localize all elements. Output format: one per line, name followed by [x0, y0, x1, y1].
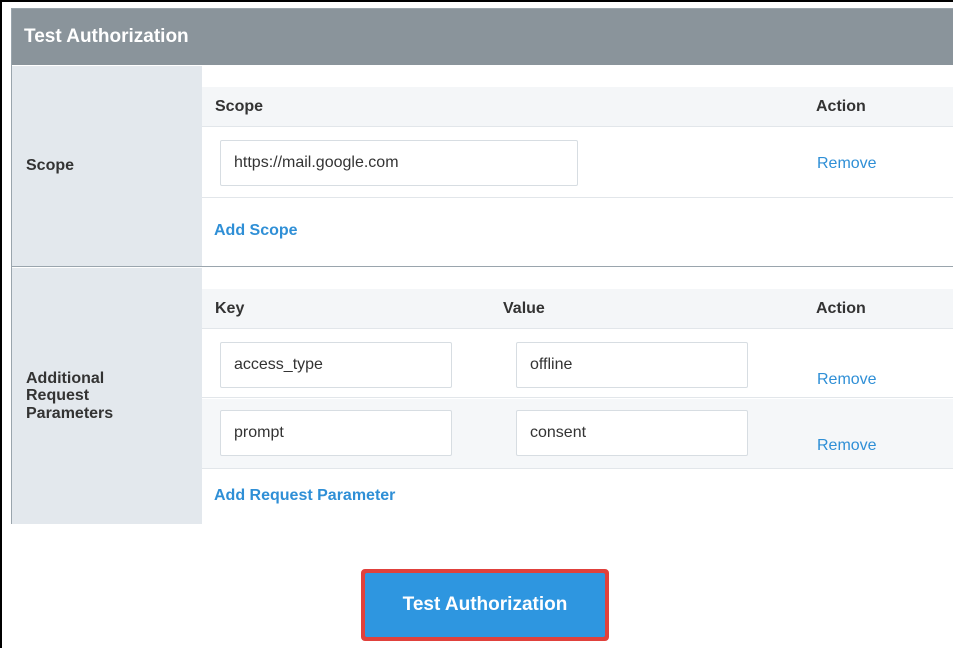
- remove-param-link[interactable]: Remove: [817, 437, 877, 455]
- table-row: Remove: [202, 128, 953, 198]
- params-grid: Key Value Action Remove Remove Add Reque…: [202, 268, 953, 524]
- test-authorization-panel: Test Authorization Scope Scope Action Re…: [11, 8, 953, 524]
- scope-input[interactable]: [220, 140, 578, 186]
- request-parameters-label-text: Additional Request Parameters: [26, 369, 114, 422]
- remove-param-link[interactable]: Remove: [817, 371, 877, 389]
- param-key-input[interactable]: [220, 342, 452, 388]
- panel-title: Test Authorization: [12, 9, 953, 65]
- remove-scope-link[interactable]: Remove: [817, 155, 877, 173]
- scope-grid: Scope Action Remove Add Scope: [202, 66, 953, 266]
- param-key-input[interactable]: [220, 410, 452, 456]
- scope-section-label: Scope: [12, 66, 202, 266]
- value-column-header: Value: [503, 300, 545, 317]
- params-table-header: Key Value Action: [202, 289, 953, 329]
- table-row: Remove: [202, 330, 953, 398]
- request-parameters-section: Additional Request Parameters Key Value …: [12, 268, 953, 524]
- scope-section: Scope Scope Action Remove Add Scope: [12, 66, 953, 267]
- add-scope-link[interactable]: Add Scope: [214, 222, 298, 240]
- action-column-header: Action: [816, 300, 866, 317]
- table-row: Remove: [202, 399, 953, 469]
- test-authorization-highlight: Test Authorization: [361, 569, 609, 641]
- param-value-input[interactable]: [516, 410, 748, 456]
- param-value-input[interactable]: [516, 342, 748, 388]
- action-column-header: Action: [816, 98, 866, 115]
- key-column-header: Key: [215, 300, 245, 317]
- request-parameters-label: Additional Request Parameters: [12, 268, 202, 524]
- scope-column-header: Scope: [215, 98, 264, 115]
- add-request-parameter-link[interactable]: Add Request Parameter: [214, 487, 395, 505]
- test-authorization-button[interactable]: Test Authorization: [365, 573, 605, 637]
- scope-table-header: Scope Action: [202, 87, 953, 127]
- scope-section-label-text: Scope: [26, 157, 75, 175]
